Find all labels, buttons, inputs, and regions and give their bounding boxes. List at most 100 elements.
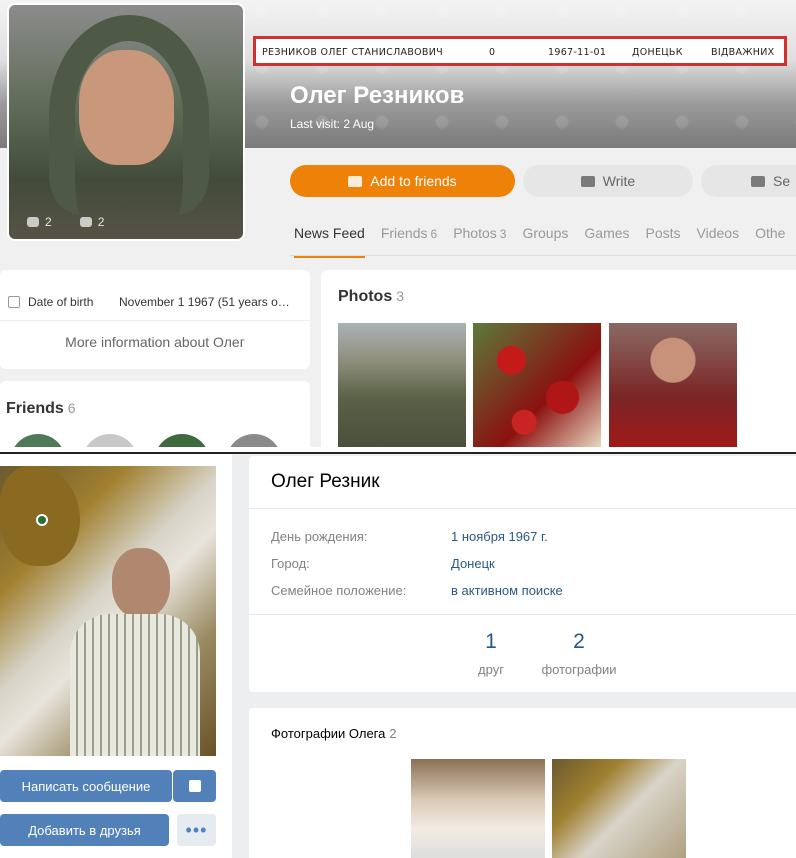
dob-value: November 1 1967 (51 years o… — [119, 295, 290, 309]
add-friend-label: Добавить в друзья — [28, 822, 141, 838]
envelope-icon — [580, 175, 595, 187]
more-actions-button[interactable]: ••• — [177, 814, 216, 846]
row-value[interactable]: 1 ноября 1967 г. — [451, 529, 548, 544]
row-label: Семейное положение: — [271, 583, 407, 598]
photos-title-label: Photos — [338, 288, 393, 305]
tab-games[interactable]: Games — [584, 225, 629, 258]
like-icon — [79, 217, 92, 227]
friend-avatar[interactable] — [82, 434, 138, 447]
tab-label: Videos — [696, 225, 740, 241]
counter-label: друг — [478, 662, 504, 677]
tab-friends[interactable]: Friends 6 — [381, 225, 437, 258]
photo-thumbnail[interactable] — [552, 759, 686, 858]
record-full-name: РЕЗНИКОВ ОЛЕГ СТАНИСЛАВОВИЧ — [262, 47, 443, 58]
avatar-toy-eye — [36, 514, 48, 526]
friends-count: 6 — [67, 400, 76, 416]
photos-card: Фотографии Олега 2 — [249, 708, 796, 858]
profile-tabs: News Feed Friends 6 Photos 3 Groups Games … — [294, 225, 796, 258]
row-label: День рождения: — [271, 529, 368, 544]
info-row-city: Город: Донецк — [271, 556, 495, 571]
ok-profile: 2 2 РЕЗНИКОВ ОЛЕГ СТАНИСЛАВОВИЧ 0 1967-1… — [0, 0, 796, 447]
avatar-face — [79, 50, 174, 165]
photos-title[interactable]: Фотографии Олега 2 — [271, 726, 397, 741]
counter-value: 2 — [573, 630, 585, 653]
counter-label: фотографии — [541, 662, 617, 677]
counter-photos[interactable]: 2 фотографии — [529, 630, 629, 677]
friend-avatar[interactable] — [154, 434, 210, 447]
dob-label: Date of birth — [28, 295, 94, 309]
dob-row: Date of birth November 1 1967 (51 years … — [8, 295, 308, 309]
tab-label: Photos — [453, 225, 497, 241]
friend-avatar[interactable] — [10, 434, 66, 447]
gift-button[interactable] — [173, 770, 216, 802]
record-number: 0 — [489, 47, 496, 58]
row-value[interactable]: Донецк — [451, 556, 495, 571]
record-city: ДОНЕЦЬК — [632, 47, 683, 58]
avatar-shirt — [70, 614, 200, 756]
tabs-divider — [290, 255, 796, 256]
divider — [249, 508, 796, 509]
counter-value: 1 — [485, 630, 497, 653]
add-user-icon — [348, 175, 363, 187]
tab-count: 6 — [430, 227, 438, 241]
gift-icon — [751, 175, 765, 187]
photo-thumbnail[interactable] — [609, 323, 737, 447]
photos-count: 3 — [396, 288, 405, 304]
tab-groups[interactable]: Groups — [522, 225, 568, 258]
photo-thumbnail[interactable] — [411, 759, 545, 858]
photo-thumbnail[interactable] — [338, 323, 466, 447]
profile-avatar[interactable]: 2 2 — [7, 3, 245, 241]
row-label: Город: — [271, 556, 310, 571]
vk-profile: Написать сообщение Добавить в друзья •••… — [0, 454, 796, 858]
photos-title[interactable]: Photos 3 — [338, 288, 404, 306]
counter-friends[interactable]: 1 друг — [441, 630, 541, 677]
comment-icon — [27, 217, 39, 227]
comments-count: 2 — [45, 215, 52, 229]
tab-label: Posts — [645, 225, 681, 241]
photos-count: 2 — [389, 726, 397, 741]
write-button[interactable]: Write — [523, 165, 693, 197]
tab-label: Groups — [522, 225, 569, 241]
write-label: Write — [602, 173, 636, 189]
last-visit: Last visit: 2 Aug — [290, 117, 375, 131]
tab-news-feed[interactable]: News Feed — [294, 225, 365, 258]
photos-card: Photos 3 — [321, 270, 796, 447]
send-gift-label: Se — [773, 173, 791, 189]
calendar-icon — [8, 296, 20, 308]
tab-posts[interactable]: Posts — [646, 225, 681, 258]
photos-title-label: Фотографии Олега — [271, 726, 386, 741]
record-date: 1967-11-01 — [548, 47, 607, 58]
profile-name: Олег Резников — [290, 82, 465, 109]
tab-other[interactable]: Othe — [755, 225, 785, 258]
avatar-stats: 2 2 — [27, 215, 104, 229]
divider — [0, 320, 310, 321]
tab-count: 3 — [499, 227, 507, 241]
info-card: Date of birth November 1 1967 (51 years … — [0, 270, 310, 369]
profile-info-card: Олег Резник День рождения: 1 ноября 1967… — [249, 456, 796, 692]
left-column: Написать сообщение Добавить в друзья ••• — [0, 454, 232, 858]
avatar-face — [112, 548, 170, 618]
avatar-comments[interactable]: 2 — [27, 215, 52, 229]
profile-name: Олег Резник — [271, 471, 380, 492]
tab-label: Othe — [755, 225, 786, 241]
divider — [249, 614, 796, 615]
row-value[interactable]: в активном поиске — [451, 583, 563, 598]
gift-icon — [188, 780, 201, 792]
add-friend-button[interactable]: Добавить в друзья — [0, 814, 169, 846]
photo-thumbnail[interactable] — [473, 323, 601, 447]
friend-avatar[interactable] — [226, 434, 282, 447]
record-note: ВІДВАЖНИХ — [711, 47, 775, 58]
send-message-button[interactable]: Написать сообщение — [0, 770, 172, 802]
tab-label: Games — [584, 225, 630, 241]
friends-title[interactable]: Friends 6 — [6, 400, 76, 418]
add-to-friends-button[interactable]: Add to friends — [290, 165, 515, 197]
tab-photos[interactable]: Photos 3 — [453, 225, 506, 258]
avatar-likes[interactable]: 2 — [79, 215, 105, 229]
more-info-link[interactable]: More information about Олег — [0, 334, 310, 350]
highlighted-record: РЕЗНИКОВ ОЛЕГ СТАНИСЛАВОВИЧ 0 1967-11-01… — [253, 36, 787, 66]
profile-avatar[interactable] — [0, 466, 216, 756]
tab-videos[interactable]: Videos — [697, 225, 740, 258]
friends-title-label: Friends — [6, 400, 64, 417]
likes-count: 2 — [97, 215, 105, 229]
send-gift-button[interactable]: Se — [701, 165, 796, 197]
